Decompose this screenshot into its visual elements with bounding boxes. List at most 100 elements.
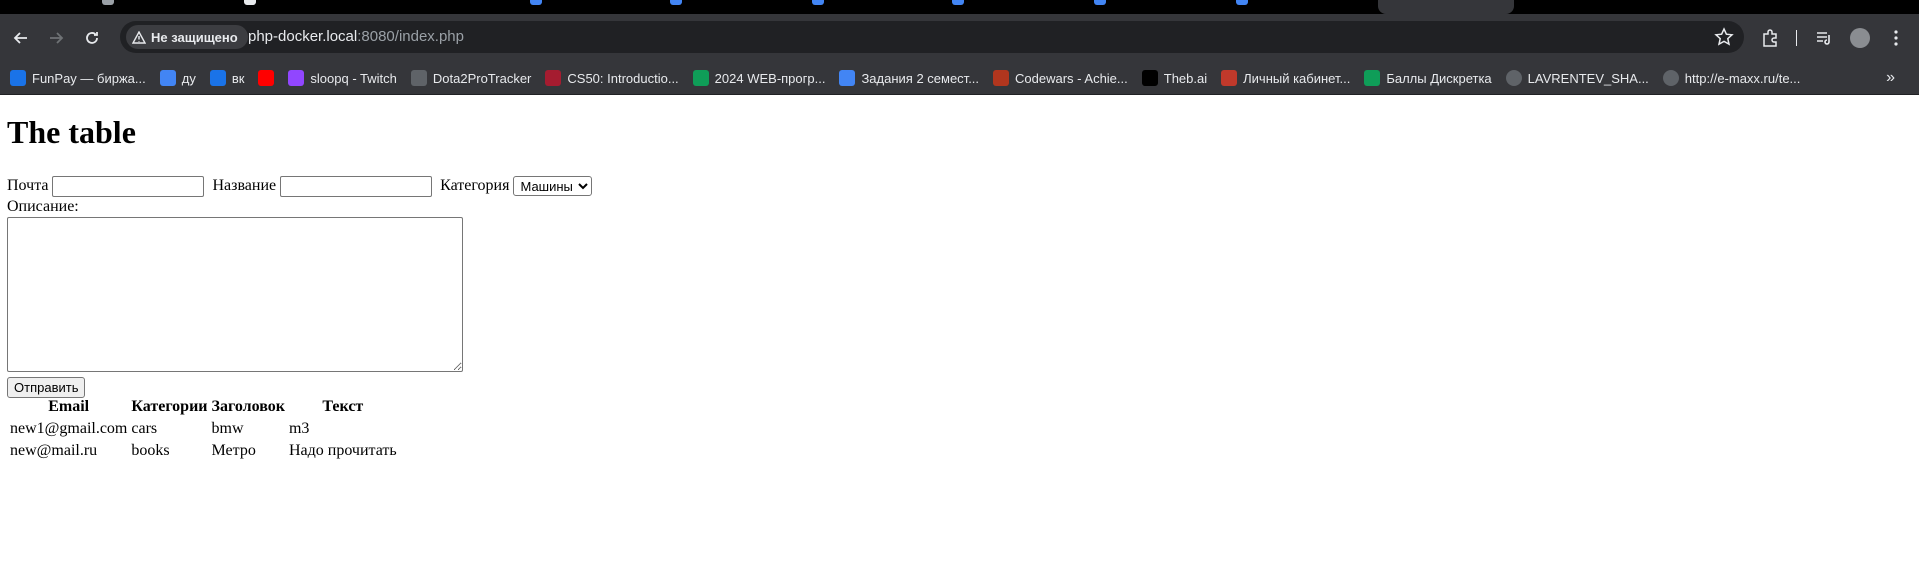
funpay-icon (10, 70, 26, 86)
tab-favicon[interactable] (244, 0, 256, 5)
youtube-icon (258, 70, 275, 86)
table-body: new1@gmail.com cars bmw m3 new@mail.ru books М… (9, 419, 398, 461)
bookmark-label: Codewars - Achie... (1015, 70, 1128, 86)
profile-avatar[interactable] (1850, 28, 1870, 48)
tab-favicon[interactable] (812, 0, 824, 5)
entries-table: Email Категории Заголовок Текст new1@gmail.… (7, 395, 400, 463)
dota-icon (410, 70, 427, 86)
media-controls-icon[interactable] (1814, 28, 1834, 48)
bookmark-label: sloopq - Twitch (310, 70, 397, 86)
tab-strip (0, 0, 1919, 14)
theb-icon (1141, 70, 1158, 86)
page-content: The table Почта Название Категория Машин… (0, 95, 1919, 563)
bookmark-item[interactable]: FunPay — биржа... (10, 64, 146, 92)
bookmark-label: Dota2ProTracker (432, 70, 532, 86)
column-header: Текст (322, 398, 364, 415)
tab-favicon[interactable] (670, 0, 682, 5)
bookmark-item[interactable]: Личный кабинет... (1221, 64, 1350, 92)
chat-icon (209, 70, 226, 86)
url-text[interactable]: php-docker.local:8080/index.php (248, 28, 464, 45)
bookmark-label: Задания 2 семест... (861, 70, 980, 86)
tab-favicon[interactable] (1094, 0, 1106, 5)
category-select[interactable]: Машины (513, 176, 593, 196)
reload-button[interactable] (80, 26, 104, 50)
active-tab[interactable] (1378, 0, 1514, 14)
table-row: new1@gmail.com cars bmw m3 (9, 419, 398, 439)
description-label: Описание: (7, 198, 79, 215)
security-label: Не защищено (151, 29, 238, 45)
bookmark-item[interactable]: Dota2ProTracker (410, 64, 532, 92)
bookmark-item[interactable]: 2024 WEB-прогр... (692, 64, 826, 92)
codewars-icon (993, 70, 1010, 86)
security-indicator[interactable]: Не защищено (126, 25, 248, 49)
globe-icon (1505, 70, 1522, 86)
bookmark-item[interactable]: sloopq - Twitch (288, 64, 397, 92)
form-row: Почта Название Категория Машины (7, 175, 593, 197)
bookmarks-list: FunPay — биржа... ду вк sloopq - Twitch Dota… (10, 61, 1814, 95)
arrow-right-icon (50, 32, 64, 44)
tab-favicon[interactable] (952, 0, 964, 5)
table-header-row: Email Категории Заголовок Текст (9, 397, 398, 417)
column-header: Категории (131, 398, 208, 415)
bookmark-label: Личный кабинет... (1243, 70, 1351, 86)
bookmark-item[interactable]: ду (159, 64, 196, 92)
table-cell: bmw (211, 420, 244, 437)
forward-button[interactable] (44, 26, 68, 50)
url-host: php-docker.local (248, 28, 358, 45)
tab-favicon[interactable] (1236, 0, 1248, 5)
bookmark-label: CS50: Introductio... (567, 70, 679, 86)
bookmark-item[interactable]: вк (209, 64, 245, 92)
bookmark-label: 2024 WEB-прогр... (714, 70, 826, 86)
twitch-icon (288, 70, 305, 86)
table-cell: cars (131, 420, 158, 437)
bookmark-item[interactable]: CS50: Introductio... (545, 64, 679, 92)
address-bar[interactable]: Не защищено php-docker.local:8080/index.… (120, 21, 1744, 53)
entry-form: Почта Название Категория Машины Описание… (7, 175, 593, 398)
bookmark-item[interactable]: Баллы Дискретка (1364, 64, 1492, 92)
tab-favicon[interactable] (530, 0, 542, 5)
category-label: Категория (440, 177, 510, 194)
table-cell: Надо прочитать (288, 442, 397, 459)
warning-icon (132, 30, 146, 44)
globe-icon (1662, 70, 1679, 86)
table-cell: new1@gmail.com (10, 420, 128, 437)
bookmark-star-icon[interactable] (1714, 27, 1734, 47)
url-path: :8080/index.php (357, 28, 464, 45)
arrow-left-icon (13, 32, 27, 44)
reload-icon (86, 32, 98, 44)
email-label: Почта (7, 177, 49, 194)
column-header: Email (48, 398, 90, 415)
bookmark-item[interactable]: http://e-maxx.ru/te... (1662, 64, 1801, 92)
sheets-icon (1364, 70, 1381, 86)
bookmark-item[interactable]: Codewars - Achie... (993, 64, 1128, 92)
docs-icon (839, 70, 856, 86)
cabinet-icon (1221, 70, 1238, 86)
sheets-icon (692, 70, 709, 86)
bookmark-item[interactable]: LAVRENTEV_SHA... (1505, 64, 1649, 92)
table-cell: new@mail.ru (10, 442, 98, 459)
title-label: Название (212, 177, 277, 194)
browser-toolbar: Не защищено php-docker.local:8080/index.… (0, 14, 1919, 61)
kebab-menu-icon[interactable] (1886, 28, 1906, 48)
page-title: The table (7, 114, 136, 150)
bookmark-label: Theb.ai (1163, 70, 1208, 86)
back-button[interactable] (9, 26, 33, 50)
bookmark-item[interactable] (258, 64, 275, 92)
description-field[interactable] (7, 217, 463, 372)
harvard-icon (545, 70, 562, 86)
table-row: new@mail.ru books Метро Надо прочитать (9, 441, 398, 461)
bookmark-label: вк (231, 70, 245, 86)
toolbar-divider (1796, 30, 1797, 46)
bookmark-label: http://e-maxx.ru/te... (1684, 70, 1801, 86)
bookmark-item[interactable]: Theb.ai (1141, 64, 1208, 92)
table-cell: books (131, 442, 170, 459)
title-field[interactable] (280, 175, 433, 197)
table-cell: m3 (288, 420, 310, 437)
docs-icon (159, 70, 176, 86)
email-field[interactable] (52, 175, 205, 197)
bookmarks-overflow-button[interactable]: » (1886, 69, 1895, 87)
extensions-icon[interactable] (1760, 28, 1780, 48)
bookmark-item[interactable]: Задания 2 семест... (839, 64, 979, 92)
column-header: Заголовок (211, 398, 285, 415)
tab-favicon[interactable] (102, 0, 114, 5)
